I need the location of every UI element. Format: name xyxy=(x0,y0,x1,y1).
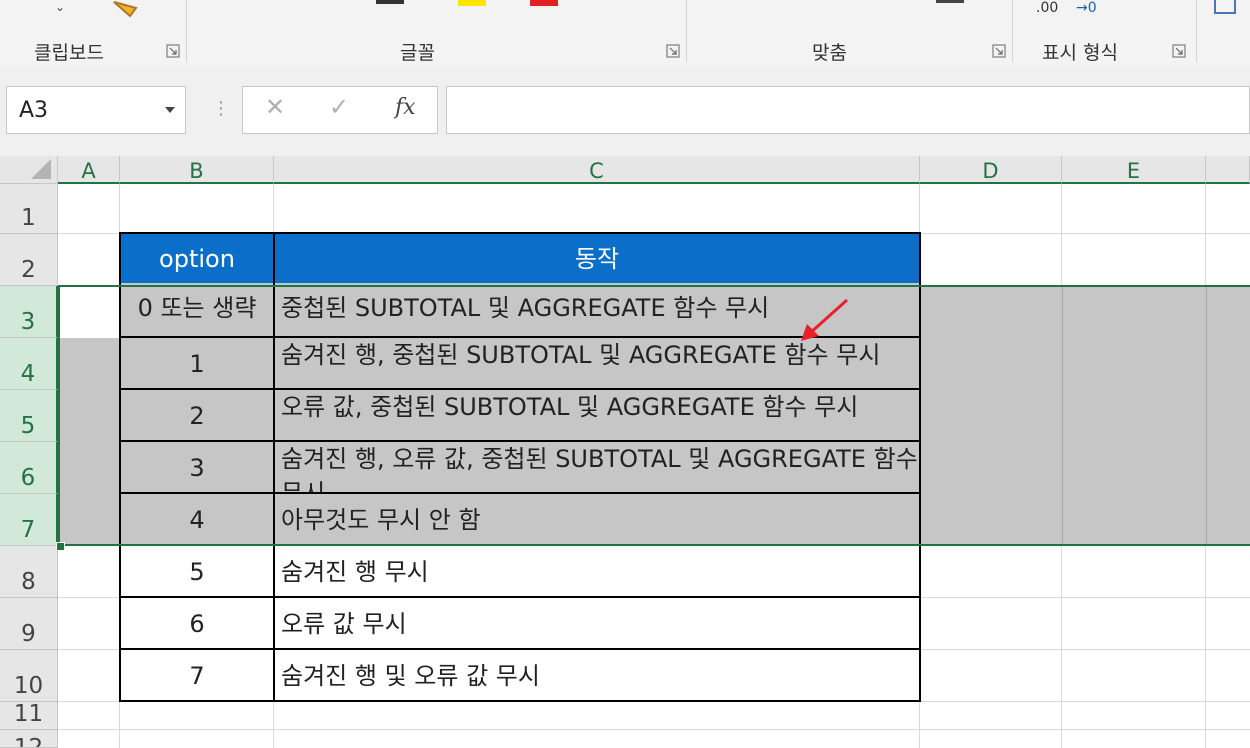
row-header-12[interactable]: 12 xyxy=(0,730,58,748)
row-header-7[interactable]: 7 xyxy=(0,494,58,546)
column-header-b[interactable]: B xyxy=(120,156,274,184)
alignment-launcher-icon[interactable] xyxy=(992,44,1006,58)
conditional-format-icon[interactable] xyxy=(1214,0,1236,14)
row-header-6[interactable]: 6 xyxy=(0,442,58,494)
group-label-font: 글꼴 xyxy=(400,42,435,64)
ribbon-separator xyxy=(1012,0,1013,62)
worksheet-grid: A B C D E 1 2 3 4 5 6 7 8 9 10 11 12 opt… xyxy=(0,156,1250,748)
text-color-bar[interactable] xyxy=(530,0,558,6)
group-label-clipboard: 클립보드 xyxy=(34,42,104,64)
font-color-bar[interactable] xyxy=(376,0,404,4)
row-header-8[interactable]: 8 xyxy=(0,546,58,598)
annotation-arrow-icon xyxy=(801,298,849,341)
name-box-value: A3 xyxy=(19,98,49,123)
column-header-c[interactable]: C xyxy=(274,156,920,184)
insert-function-icon[interactable]: fx xyxy=(395,95,416,120)
align-bar[interactable] xyxy=(936,0,964,3)
gridline xyxy=(58,729,1250,730)
cancel-icon[interactable]: ✕ xyxy=(265,93,285,121)
font-launcher-icon[interactable] xyxy=(666,44,680,58)
table-cell-action[interactable]: 숨겨진 행 및 오류 값 무시 xyxy=(273,648,921,702)
table-cell-option[interactable]: 6 xyxy=(119,596,275,650)
format-painter-icon[interactable] xyxy=(110,0,138,20)
row-header-10[interactable]: 10 xyxy=(0,650,58,702)
table-cell-option[interactable]: 5 xyxy=(119,544,275,598)
highlight-color-bar[interactable] xyxy=(458,0,486,6)
table-header-action[interactable]: 동작 xyxy=(273,232,921,285)
selection-border xyxy=(58,285,1250,546)
column-header-e[interactable]: E xyxy=(1062,156,1206,184)
number-launcher-icon[interactable] xyxy=(1172,44,1186,58)
table-cell-action[interactable]: 숨겨진 행 무시 xyxy=(273,544,921,598)
fill-handle[interactable] xyxy=(56,542,65,551)
group-label-alignment: 맞춤 xyxy=(812,42,847,64)
enter-icon[interactable]: ✓ xyxy=(329,93,349,121)
column-header-f[interactable] xyxy=(1206,156,1250,184)
ribbon-separator xyxy=(686,0,687,62)
formula-buttons: ✕ ✓ fx xyxy=(242,86,438,134)
table-cell-action[interactable]: 오류 값 무시 xyxy=(273,596,921,650)
group-label-number: 표시 형식 xyxy=(1042,42,1118,64)
ribbon: ⌄ .00 →0 클립보드 글꼴 맞춤 표시 형식 xyxy=(0,0,1250,69)
decrease-decimal-icon[interactable]: .00 xyxy=(1036,0,1058,16)
name-box[interactable]: A3 xyxy=(6,86,186,134)
row-header-2[interactable]: 2 xyxy=(0,234,58,286)
row-header-11[interactable]: 11 xyxy=(0,701,58,730)
row-header-5[interactable]: 5 xyxy=(0,390,58,442)
ribbon-separator xyxy=(186,0,187,62)
table-cell-option[interactable]: 7 xyxy=(119,648,275,702)
row-header-1[interactable]: 1 xyxy=(0,184,58,234)
ribbon-separator xyxy=(1196,0,1197,62)
formula-input[interactable] xyxy=(446,86,1250,134)
column-header-d[interactable]: D xyxy=(920,156,1062,184)
chevron-down-icon[interactable]: ⌄ xyxy=(55,0,65,14)
chevron-down-icon[interactable] xyxy=(165,107,175,113)
column-header-a[interactable]: A xyxy=(58,156,120,184)
row-header-4[interactable]: 4 xyxy=(0,338,58,390)
row-header-9[interactable]: 9 xyxy=(0,598,58,650)
table-header-option[interactable]: option xyxy=(119,232,275,285)
row-header-3[interactable]: 3 xyxy=(0,286,58,338)
select-all-triangle-icon xyxy=(31,159,51,179)
select-all-corner[interactable] xyxy=(0,156,58,184)
clipboard-launcher-icon[interactable] xyxy=(166,44,180,58)
increase-decimal-icon[interactable]: →0 xyxy=(1076,0,1097,16)
more-options-icon[interactable]: ⋮ xyxy=(212,98,230,119)
